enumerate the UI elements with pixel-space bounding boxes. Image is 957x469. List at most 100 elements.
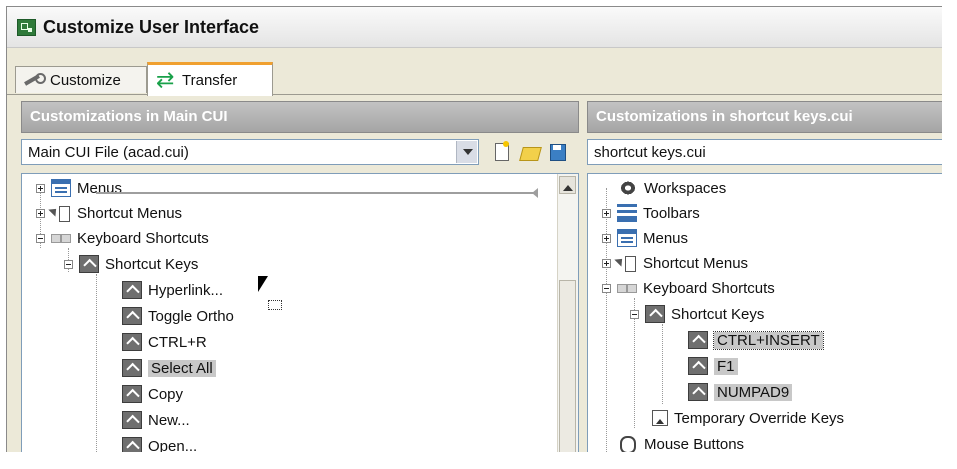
shortcut-key-icon — [122, 281, 142, 299]
tree-guide — [96, 274, 97, 462]
drag-copy-indicator-icon — [268, 300, 282, 310]
tree-item-numpad9[interactable]: NUMPAD9 — [688, 380, 793, 404]
right-panel-header: Customizations in shortcut keys.cui — [587, 101, 957, 133]
left-tree[interactable]: Menus Shortcut Menus Keyboard Shortcuts … — [21, 173, 579, 463]
tree-item-label: Select All — [148, 359, 216, 377]
shortcut-menu-icon — [51, 204, 71, 222]
right-panel: Customizations in shortcut keys.cui shor… — [587, 101, 957, 463]
mouse-icon — [618, 435, 638, 454]
keyboard-icon — [51, 229, 71, 247]
drop-insertion-line — [96, 188, 538, 198]
expand-icon[interactable] — [602, 208, 611, 218]
tree-item-ctrl-insert[interactable]: CTRL+INSERT — [688, 328, 824, 352]
shortcut-key-icon — [688, 357, 708, 375]
left-panel-header: Customizations in Main CUI — [21, 101, 579, 133]
tab-transfer-label: Transfer — [182, 72, 238, 89]
keyboard-icon — [617, 279, 637, 297]
tree-item-label: F1 — [714, 357, 738, 375]
tree-item-label: CTRL+R — [148, 333, 207, 351]
tree-item-temporary-override-keys[interactable]: Temporary Override Keys — [652, 406, 844, 430]
tree-item-ctrl-r[interactable]: CTRL+R — [122, 330, 207, 354]
expand-icon[interactable] — [36, 183, 45, 193]
scroll-up-icon[interactable] — [559, 176, 576, 194]
tree-item-shortcut-keys[interactable]: Shortcut Keys — [630, 302, 764, 326]
override-key-icon — [652, 410, 668, 426]
expand-icon[interactable] — [602, 233, 611, 243]
tree-item-label: New... — [148, 411, 190, 429]
torn-edge — [942, 0, 957, 469]
tab-customize[interactable]: Customize — [15, 66, 147, 93]
shortcut-key-icon — [122, 385, 142, 403]
chevron-down-icon[interactable] — [456, 141, 477, 163]
customize-ui-window: Customize User Interface Customize Trans… — [6, 6, 957, 464]
tree-item-label: Shortcut Keys — [671, 305, 765, 323]
save-icon[interactable] — [547, 141, 569, 163]
shortcut-key-icon — [122, 411, 142, 429]
tree-item-menus[interactable]: Menus — [36, 176, 122, 200]
tree-item-keyboard-shortcuts[interactable]: Keyboard Shortcuts — [36, 226, 209, 250]
tree-item-menus[interactable]: Menus — [602, 226, 688, 250]
left-panel: Customizations in Main CUI Main CUI File… — [21, 101, 579, 463]
tree-item-label: Keyboard Shortcuts — [77, 229, 209, 247]
open-folder-icon[interactable] — [519, 141, 541, 163]
scroll-thumb[interactable] — [559, 280, 576, 462]
tree-item-label: Menus — [643, 229, 689, 247]
tree-item-label: Keyboard Shortcuts — [643, 279, 775, 297]
tree-guide — [662, 324, 663, 404]
tab-strip: Customize Transfer — [7, 48, 957, 96]
tree-item-label: Shortcut Menus — [77, 204, 183, 222]
tree-item-label: CTRL+INSERT — [713, 330, 824, 350]
tree-item-toolbars[interactable]: Toolbars — [602, 201, 700, 225]
tree-item-workspaces[interactable]: Workspaces — [618, 176, 726, 200]
right-tree[interactable]: Workspaces Toolbars Menus Shortcut Menus — [587, 173, 957, 463]
collapse-icon[interactable] — [630, 309, 639, 319]
collapse-icon[interactable] — [64, 259, 73, 269]
shortcut-menu-icon — [617, 254, 637, 272]
expand-icon[interactable] — [602, 258, 611, 268]
tree-item-label: Workspaces — [644, 179, 727, 197]
collapse-icon[interactable] — [36, 233, 45, 243]
left-tree-scrollbar[interactable] — [557, 174, 578, 462]
tree-item-f1[interactable]: F1 — [688, 354, 738, 378]
collapse-icon[interactable] — [602, 283, 611, 293]
expand-icon[interactable] — [36, 208, 45, 218]
menu-icon — [51, 179, 71, 197]
shortcut-cui-file-field[interactable]: shortcut keys.cui — [587, 139, 957, 165]
shortcut-key-icon — [122, 307, 142, 325]
shortcut-key-icon — [688, 331, 708, 349]
tab-customize-label: Customize — [50, 71, 121, 89]
tree-item-label: Shortcut Keys — [105, 255, 199, 273]
toolbar-icon — [617, 204, 637, 222]
workspace-icon — [618, 179, 638, 197]
tree-item-select-all[interactable]: Select All — [122, 356, 216, 380]
tree-item-label: Temporary Override Keys — [674, 409, 845, 427]
torn-edge — [0, 452, 957, 469]
tree-item-keyboard-shortcuts[interactable]: Keyboard Shortcuts — [602, 276, 775, 300]
shortcut-key-icon — [122, 333, 142, 351]
tree-item-label: Toggle Ortho — [148, 307, 234, 325]
shortcut-key-icon — [645, 305, 665, 323]
shortcut-key-icon — [79, 255, 99, 273]
tree-item-label: Toolbars — [643, 204, 700, 222]
new-file-icon[interactable] — [491, 141, 513, 163]
tree-item-shortcut-menus[interactable]: Shortcut Menus — [36, 201, 182, 225]
tree-item-label: Mouse Buttons — [644, 435, 745, 453]
tree-item-copy[interactable]: Copy — [122, 382, 183, 406]
tree-item-label: Copy — [148, 385, 184, 403]
tree-item-label: Hyperlink... — [148, 281, 224, 299]
shortcut-cui-file-value: shortcut keys.cui — [594, 144, 706, 161]
transfer-arrows-icon — [156, 68, 176, 93]
main-cui-file-value: Main CUI File (acad.cui) — [28, 144, 189, 161]
app-icon — [17, 19, 36, 36]
tree-item-shortcut-menus[interactable]: Shortcut Menus — [602, 251, 748, 275]
shortcut-key-icon — [122, 359, 142, 377]
tree-item-toggle-ortho[interactable]: Toggle Ortho — [122, 304, 234, 328]
tree-item-new[interactable]: New... — [122, 408, 190, 432]
tree-item-shortcut-keys[interactable]: Shortcut Keys — [64, 252, 198, 276]
title-bar[interactable]: Customize User Interface — [7, 7, 957, 48]
tab-transfer[interactable]: Transfer — [147, 62, 273, 96]
main-cui-file-select[interactable]: Main CUI File (acad.cui) — [21, 139, 479, 165]
tree-item-label: Shortcut Menus — [643, 254, 749, 272]
tree-item-hyperlink[interactable]: Hyperlink... — [122, 278, 223, 302]
wrench-icon — [24, 73, 46, 87]
